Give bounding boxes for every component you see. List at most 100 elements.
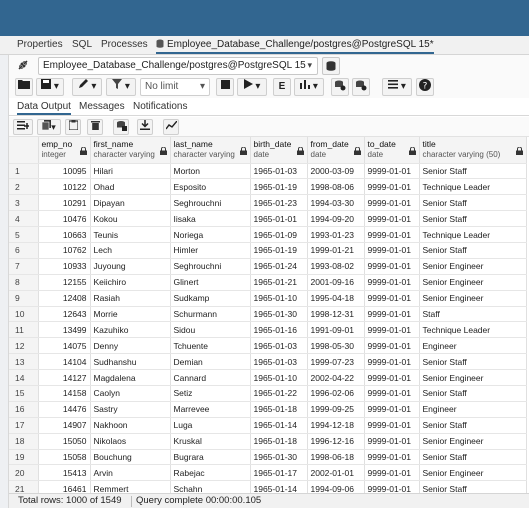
table-row[interactable]: 16 14476 Sastry Marrevee 1965-01-18 1999-09-2…	[9, 401, 527, 418]
table-cell[interactable]: Himler	[170, 242, 251, 259]
table-cell[interactable]: Engineer	[419, 337, 527, 355]
row-number[interactable]: 19	[9, 449, 39, 466]
table-cell[interactable]: 9999-01-01	[364, 274, 420, 291]
table-cell[interactable]: Engineer	[419, 401, 527, 418]
table-cell[interactable]: 10933	[38, 258, 91, 275]
table-row[interactable]: 8 12155 Keiichiro Glinert 1965-01-21 2001-09-…	[9, 274, 527, 291]
column-header[interactable]: first_name character varying	[90, 137, 171, 164]
table-cell[interactable]: 1993-08-02	[307, 258, 365, 275]
table-cell[interactable]: 1995-04-18	[307, 290, 365, 307]
table-cell[interactable]: 9999-01-01	[364, 385, 420, 402]
table-cell[interactable]: 1965-01-14	[250, 480, 308, 493]
tab-sql[interactable]: SQL	[72, 39, 92, 50]
row-number[interactable]: 21	[9, 480, 39, 493]
add-row-button[interactable]	[13, 119, 33, 135]
table-cell[interactable]: Seghrouchni	[170, 194, 251, 212]
column-header[interactable]: from_date date	[307, 137, 365, 164]
table-cell[interactable]: 1965-01-18	[250, 401, 308, 418]
table-cell[interactable]: 10122	[38, 178, 91, 196]
table-row[interactable]: 3 10291 Dipayan Seghrouchni 1965-01-23 1994-0…	[9, 194, 527, 212]
row-number[interactable]: 6	[9, 242, 39, 259]
table-cell[interactable]: Nakhoon	[90, 417, 171, 434]
table-cell[interactable]: Remmert	[90, 480, 171, 493]
table-cell[interactable]: 14104	[38, 353, 91, 371]
table-cell[interactable]: Morton	[170, 163, 251, 180]
commit-button[interactable]	[331, 78, 349, 96]
row-number[interactable]: 11	[9, 321, 39, 339]
connection-status-icon[interactable]	[16, 59, 30, 73]
table-cell[interactable]: Senior Staff	[419, 210, 527, 228]
rollback-button[interactable]	[352, 78, 370, 96]
table-cell[interactable]: Staff	[419, 306, 527, 323]
table-cell[interactable]: 1994-09-20	[307, 210, 365, 228]
table-cell[interactable]: 1965-01-03	[250, 163, 308, 180]
save-data-button[interactable]	[113, 119, 129, 135]
table-row[interactable]: 9 12408 Rasiah Sudkamp 1965-01-10 1995-04-18 9…	[9, 290, 527, 307]
table-cell[interactable]: Hilari	[90, 163, 171, 180]
macros-button[interactable]: ▾	[382, 78, 412, 96]
table-cell[interactable]: 1965-01-30	[250, 449, 308, 466]
row-number[interactable]: 5	[9, 226, 39, 243]
table-cell[interactable]: Denny	[90, 337, 171, 355]
table-cell[interactable]: Seghrouchni	[170, 258, 251, 275]
table-cell[interactable]: Rasiah	[90, 290, 171, 307]
table-cell[interactable]: 1965-01-09	[250, 226, 308, 243]
tab-properties[interactable]: Properties	[17, 39, 63, 50]
table-row[interactable]: 20 15413 Arvin Rabejac 1965-01-17 2002-01-01 9…	[9, 464, 527, 482]
save-file-button[interactable]: ▾	[36, 78, 64, 96]
connection-select[interactable]: Employee_Database_Challenge/postgres@Pos…	[38, 57, 318, 75]
table-cell[interactable]: Teunis	[90, 226, 171, 243]
tab-query-tool[interactable]: Employee_Database_Challenge/postgres@Pos…	[156, 39, 434, 54]
table-row[interactable]: 10 12643 Morrie Schurmann 1965-01-30 1998-12-…	[9, 306, 527, 323]
table-cell[interactable]: Technique Leader	[419, 321, 527, 339]
table-cell[interactable]: 10095	[38, 163, 91, 180]
table-cell[interactable]: Kokou	[90, 210, 171, 228]
table-cell[interactable]: 1994-12-18	[307, 417, 365, 434]
table-cell[interactable]: Cannard	[170, 369, 251, 386]
table-cell[interactable]: 9999-01-01	[364, 290, 420, 307]
row-number[interactable]: 2	[9, 178, 39, 196]
row-number[interactable]: 10	[9, 306, 39, 323]
row-number[interactable]: 7	[9, 258, 39, 275]
table-cell[interactable]: 1965-01-21	[250, 274, 308, 291]
table-cell[interactable]: 9999-01-01	[364, 417, 420, 434]
table-row[interactable]: 18 15050 Nikolaos Kruskal 1965-01-18 1996-12-…	[9, 433, 527, 450]
table-cell[interactable]: 1996-02-06	[307, 385, 365, 402]
help-button[interactable]: ?	[416, 78, 434, 96]
table-cell[interactable]: 12643	[38, 306, 91, 323]
table-cell[interactable]: Senior Staff	[419, 417, 527, 434]
table-cell[interactable]: Keiichiro	[90, 274, 171, 291]
tab-messages[interactable]: Messages	[79, 101, 125, 112]
table-cell[interactable]: Bugrara	[170, 449, 251, 466]
table-cell[interactable]: 1965-01-14	[250, 417, 308, 434]
table-cell[interactable]: 15050	[38, 433, 91, 450]
table-cell[interactable]: 1998-05-30	[307, 337, 365, 355]
table-cell[interactable]: Luga	[170, 417, 251, 434]
table-cell[interactable]: Rabejac	[170, 464, 251, 482]
table-cell[interactable]: Sidou	[170, 321, 251, 339]
table-cell[interactable]: 14476	[38, 401, 91, 418]
table-cell[interactable]: Ohad	[90, 178, 171, 196]
explain-analyze-button[interactable]: ▾	[294, 78, 324, 96]
table-row[interactable]: 17 14907 Nakhoon Luga 1965-01-14 1994-12-18 99…	[9, 417, 527, 434]
paste-button[interactable]	[65, 119, 81, 135]
table-cell[interactable]: 1965-01-24	[250, 258, 308, 275]
table-cell[interactable]: 9999-01-01	[364, 433, 420, 450]
table-row[interactable]: 7 10933 Juyoung Seghrouchni 1965-01-24 1993-0…	[9, 258, 527, 275]
table-cell[interactable]: Senior Staff	[419, 163, 527, 180]
table-cell[interactable]: 1965-01-23	[250, 194, 308, 212]
table-cell[interactable]: 9999-01-01	[364, 163, 420, 180]
column-header[interactable]: emp_no integer	[38, 137, 91, 164]
table-cell[interactable]: 1965-01-19	[250, 242, 308, 259]
table-cell[interactable]: 2002-01-01	[307, 464, 365, 482]
table-cell[interactable]: 1994-09-06	[307, 480, 365, 493]
table-cell[interactable]: Demian	[170, 353, 251, 371]
table-cell[interactable]: Morrie	[90, 306, 171, 323]
table-cell[interactable]: 1991-09-01	[307, 321, 365, 339]
table-cell[interactable]: 9999-01-01	[364, 464, 420, 482]
table-cell[interactable]: Senior Engineer	[419, 258, 527, 275]
table-cell[interactable]: 1965-01-16	[250, 321, 308, 339]
table-cell[interactable]: Dipayan	[90, 194, 171, 212]
table-cell[interactable]: 9999-01-01	[364, 369, 420, 386]
database-button[interactable]	[322, 57, 340, 75]
